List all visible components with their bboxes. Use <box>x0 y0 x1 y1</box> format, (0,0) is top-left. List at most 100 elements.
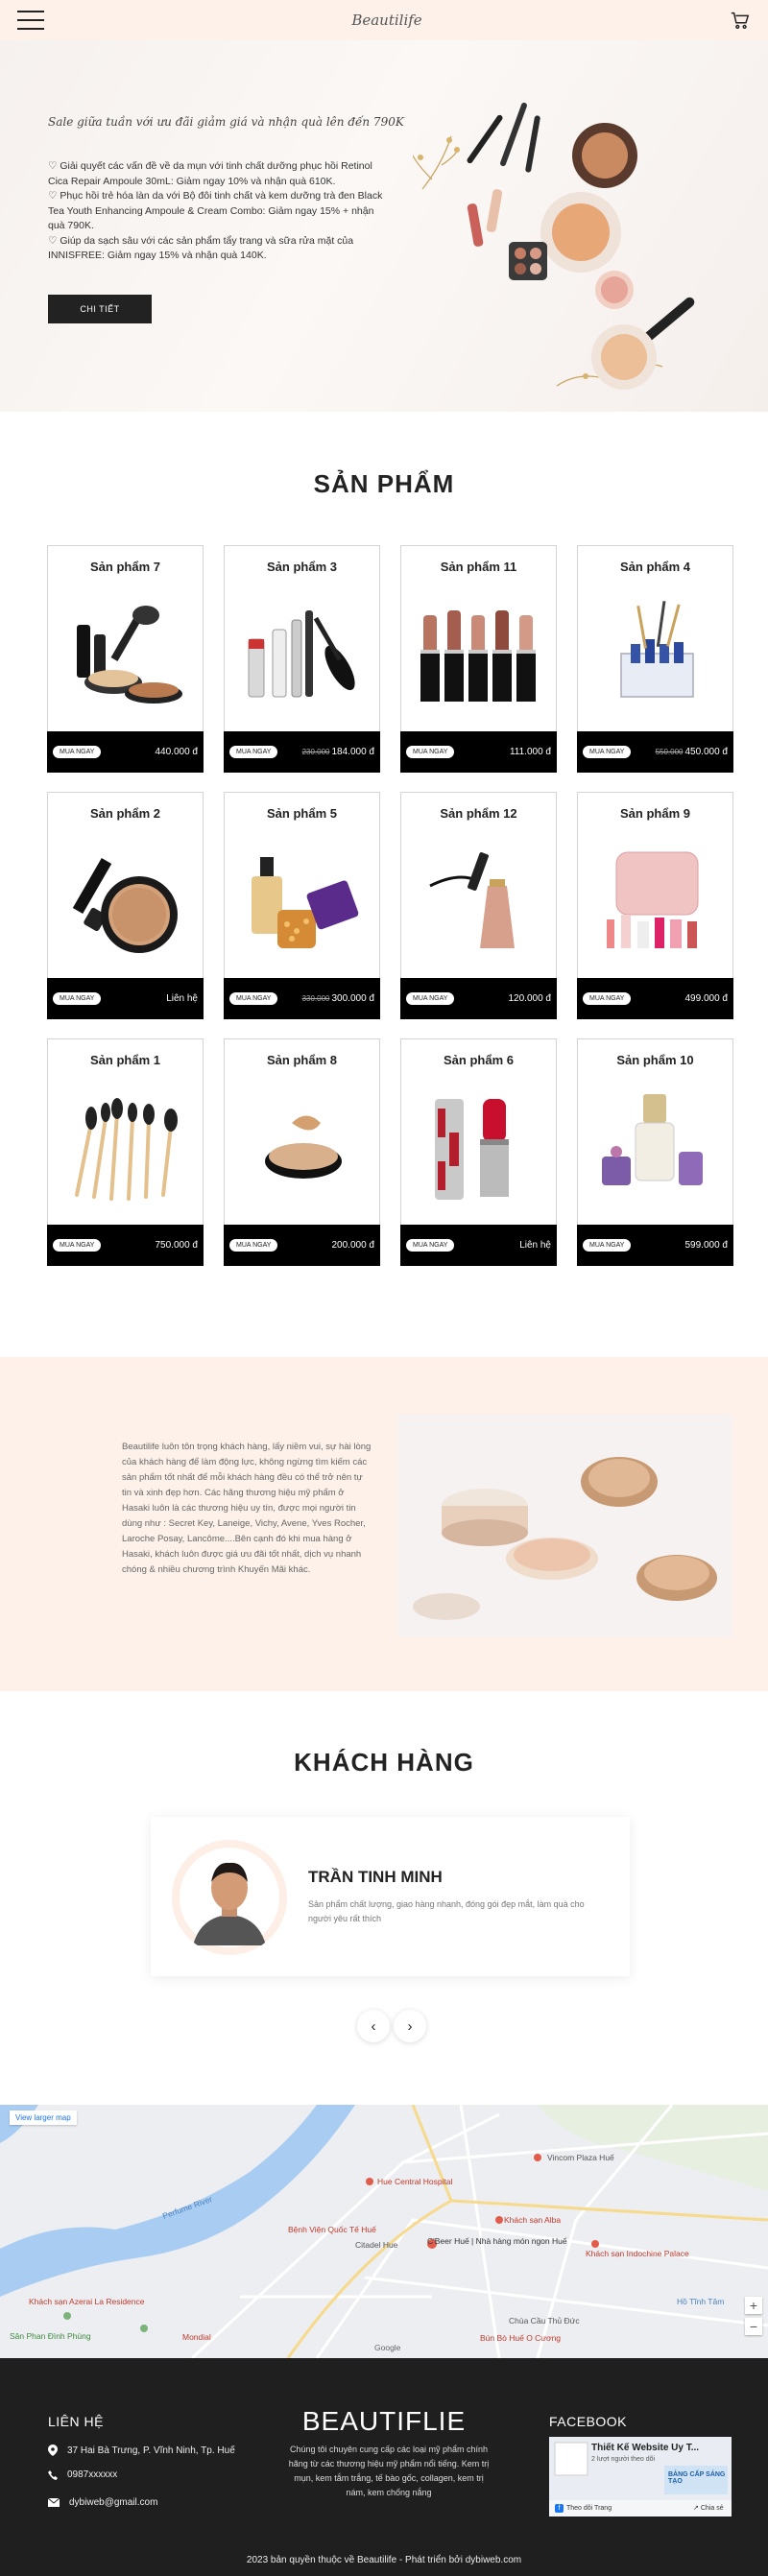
product-bar: MUA NGAY 499.000 đ <box>577 978 733 1019</box>
facebook-banner-text: BẢNG CẤP SÁNG TẠO <box>668 2471 726 2485</box>
buy-now-button[interactable]: MUA NGAY <box>53 746 102 758</box>
facebook-follow-button[interactable]: f Theo dõi Trang <box>555 2504 612 2513</box>
footer-description: Chúng tôi chuyên cung cấp các loại mỹ ph… <box>288 2445 490 2497</box>
hero-detail-button[interactable]: CHI TIẾT <box>48 295 152 323</box>
product-price: 499.000 đ <box>684 993 729 1004</box>
product-name: Sản phẩm 12 <box>440 806 517 821</box>
map-label: Chùa Cầu Thủ Đức <box>509 2316 580 2326</box>
product-price: 550.000 450.000 đ <box>656 747 728 757</box>
email-text[interactable]: dybiweb@gmail.com <box>69 2497 157 2508</box>
buy-now-button[interactable]: MUA NGAY <box>229 746 278 758</box>
facebook-icon: f <box>555 2504 564 2513</box>
product-price: 750.000 đ <box>154 1240 199 1251</box>
product-card[interactable]: Sản phẩm 11 MUA NGAY 111.000 đ <box>400 545 557 773</box>
buy-now-button[interactable]: MUA NGAY <box>406 746 455 758</box>
product-card[interactable]: Sản phẩm 9 MUA NGAY 499.000 đ <box>577 792 733 1019</box>
product-bar: MUA NGAY 440.000 đ <box>47 731 204 773</box>
product-price: 200.000 đ <box>330 1240 375 1251</box>
google-map[interactable]: View larger map Perfume River Hue Centra… <box>0 2105 768 2358</box>
product-name: Sản phẩm 4 <box>620 560 690 574</box>
footer-email[interactable]: dybiweb@gmail.com <box>48 2497 157 2508</box>
current-price: 111.000 đ <box>509 747 551 757</box>
current-price: 120.000 đ <box>508 993 552 1004</box>
old-price: 550.000 <box>655 748 684 756</box>
buy-now-button[interactable]: MUA NGAY <box>583 746 632 758</box>
current-price: 599.000 đ <box>684 1240 729 1251</box>
product-name: Sản phẩm 6 <box>444 1053 514 1067</box>
footer: LIÊN HỆ 37 Hai Bà Trưng, P. Vĩnh Ninh, T… <box>0 2358 768 2576</box>
map-label: C'Beer Huế | Nhà hàng món ngon Huế <box>427 2236 567 2246</box>
old-price: 230.000 <box>301 748 330 756</box>
copyright-text: 2023 bản quyền thuộc về Beautilife - Phá… <box>246 2555 522 2565</box>
facebook-share-button[interactable]: ↗ Chia sẻ <box>693 2504 724 2513</box>
brush-set-icon <box>75 1098 178 1201</box>
hero-promo-line: ♡ Giúp da sạch sâu với các sản phẩm tẩy … <box>48 234 354 262</box>
current-price: 200.000 đ <box>331 1240 375 1251</box>
current-price: 184.000 đ <box>331 747 375 757</box>
map-label: Sân Phan Đình Phùng <box>10 2331 91 2341</box>
product-card[interactable]: Sản phẩm 1 MUA NGAY 750.000 đ <box>47 1038 204 1266</box>
testimonial-card: TRẦN TINH MINH Sản phẩm chất lượng, giao… <box>151 1817 630 1976</box>
buy-now-button[interactable]: MUA NGAY <box>53 992 102 1005</box>
site-logo[interactable]: Beautilife <box>351 12 421 29</box>
map-label: Hồ Tĩnh Tâm <box>677 2297 725 2306</box>
eyeliner-icon <box>429 852 515 948</box>
product-name: Sản phẩm 8 <box>267 1053 337 1067</box>
product-card[interactable]: Sản phẩm 3 MUA NGAY 230.000 184.000 đ <box>224 545 380 773</box>
zoom-in-button[interactable]: + <box>745 2297 762 2314</box>
product-card[interactable]: Sản phẩm 6 MUA NGAY Liên hệ <box>400 1038 557 1266</box>
top-header: Beautilife <box>0 0 768 40</box>
product-card[interactable]: Sản phẩm 5 MUA NGAY 330.000 300.000 đ <box>224 792 380 1019</box>
product-card[interactable]: Sản phẩm 12 MUA NGAY 120.000 đ <box>400 792 557 1019</box>
makeup-set-icon <box>77 606 182 704</box>
product-name: Sản phẩm 3 <box>267 560 337 574</box>
buy-now-button[interactable]: MUA NGAY <box>583 1239 632 1252</box>
hero-promo-text: ♡ Giải quyết các vấn đề về da mụn với ti… <box>48 159 384 264</box>
cart-icon[interactable] <box>730 10 751 31</box>
prev-arrow-button[interactable]: ‹ <box>357 2010 390 2042</box>
product-card[interactable]: Sản phẩm 2 MUA NGAY Liên hệ <box>47 792 204 1019</box>
facebook-share-label: Chia sẻ <box>700 2504 724 2512</box>
facebook-follow-label: Theo dõi Trang <box>566 2505 612 2512</box>
map-view-larger-link[interactable]: View larger map <box>10 2111 77 2125</box>
product-bar: MUA NGAY 200.000 đ <box>224 1225 380 1266</box>
footer-phone: 0987xxxxxx <box>48 2469 117 2480</box>
product-bar: MUA NGAY 111.000 đ <box>400 731 557 773</box>
buy-now-button[interactable]: MUA NGAY <box>53 1239 102 1252</box>
product-card[interactable]: Sản phẩm 10 MUA NGAY 599.000 đ <box>577 1038 733 1266</box>
buy-now-button[interactable]: MUA NGAY <box>229 1239 278 1252</box>
facebook-widget[interactable]: Thiết Kế Website Uy T... 2 lượt người th… <box>549 2437 732 2516</box>
product-bar: MUA NGAY 230.000 184.000 đ <box>224 731 380 773</box>
product-bar: MUA NGAY 550.000 450.000 đ <box>577 731 733 773</box>
current-price: Liên hệ <box>166 993 198 1004</box>
buy-now-button[interactable]: MUA NGAY <box>406 1239 455 1252</box>
next-arrow-button[interactable]: › <box>394 2010 426 2042</box>
map-label: Khách sạn Azerai La Residence <box>29 2297 145 2306</box>
product-price: 111.000 đ <box>508 747 551 757</box>
product-card[interactable]: Sản phẩm 8 MUA NGAY 200.000 đ <box>224 1038 380 1266</box>
compact-icon <box>265 1115 342 1179</box>
old-price: 330.000 <box>301 994 330 1003</box>
product-name: Sản phẩm 5 <box>267 806 337 821</box>
product-card[interactable]: Sản phẩm 4 MUA NGAY 550.000 450.000 đ <box>577 545 733 773</box>
zoom-out-button[interactable]: − <box>745 2318 762 2335</box>
hamburger-menu-icon[interactable] <box>17 11 44 30</box>
hero-promo-line: ♡ Phục hồi trẻ hóa làn da với Bộ đôi tin… <box>48 190 383 231</box>
red-lipstick-icon <box>435 1099 509 1200</box>
facebook-followers: 2 lượt người theo dõi <box>591 2456 656 2463</box>
hero-promo-line: ♡ Giải quyết các vấn đề về da mụn với ti… <box>48 160 372 187</box>
product-bar: MUA NGAY 599.000 đ <box>577 1225 733 1266</box>
perfume-icon <box>602 1094 703 1185</box>
buy-now-button[interactable]: MUA NGAY <box>406 992 455 1005</box>
facebook-page-name[interactable]: Thiết Kế Website Uy T... <box>591 2443 699 2453</box>
product-name: Sản phẩm 10 <box>616 1053 694 1067</box>
mascara-icon <box>248 610 355 698</box>
buy-now-button[interactable]: MUA NGAY <box>583 992 632 1005</box>
buy-now-button[interactable]: MUA NGAY <box>229 992 278 1005</box>
customer-name: TRẦN TINH MINH <box>308 1868 443 1886</box>
product-name: Sản phẩm 7 <box>90 560 160 574</box>
product-card[interactable]: Sản phẩm 7 MUA NGAY 440.000 đ <box>47 545 204 773</box>
product-price: 330.000 300.000 đ <box>302 993 374 1004</box>
product-grid: Sản phẩm 7 MUA NGAY 440.000 đ Sản phẩm 3 <box>47 545 733 1266</box>
customers-section-title: KHÁCH HÀNG <box>294 1748 474 1777</box>
